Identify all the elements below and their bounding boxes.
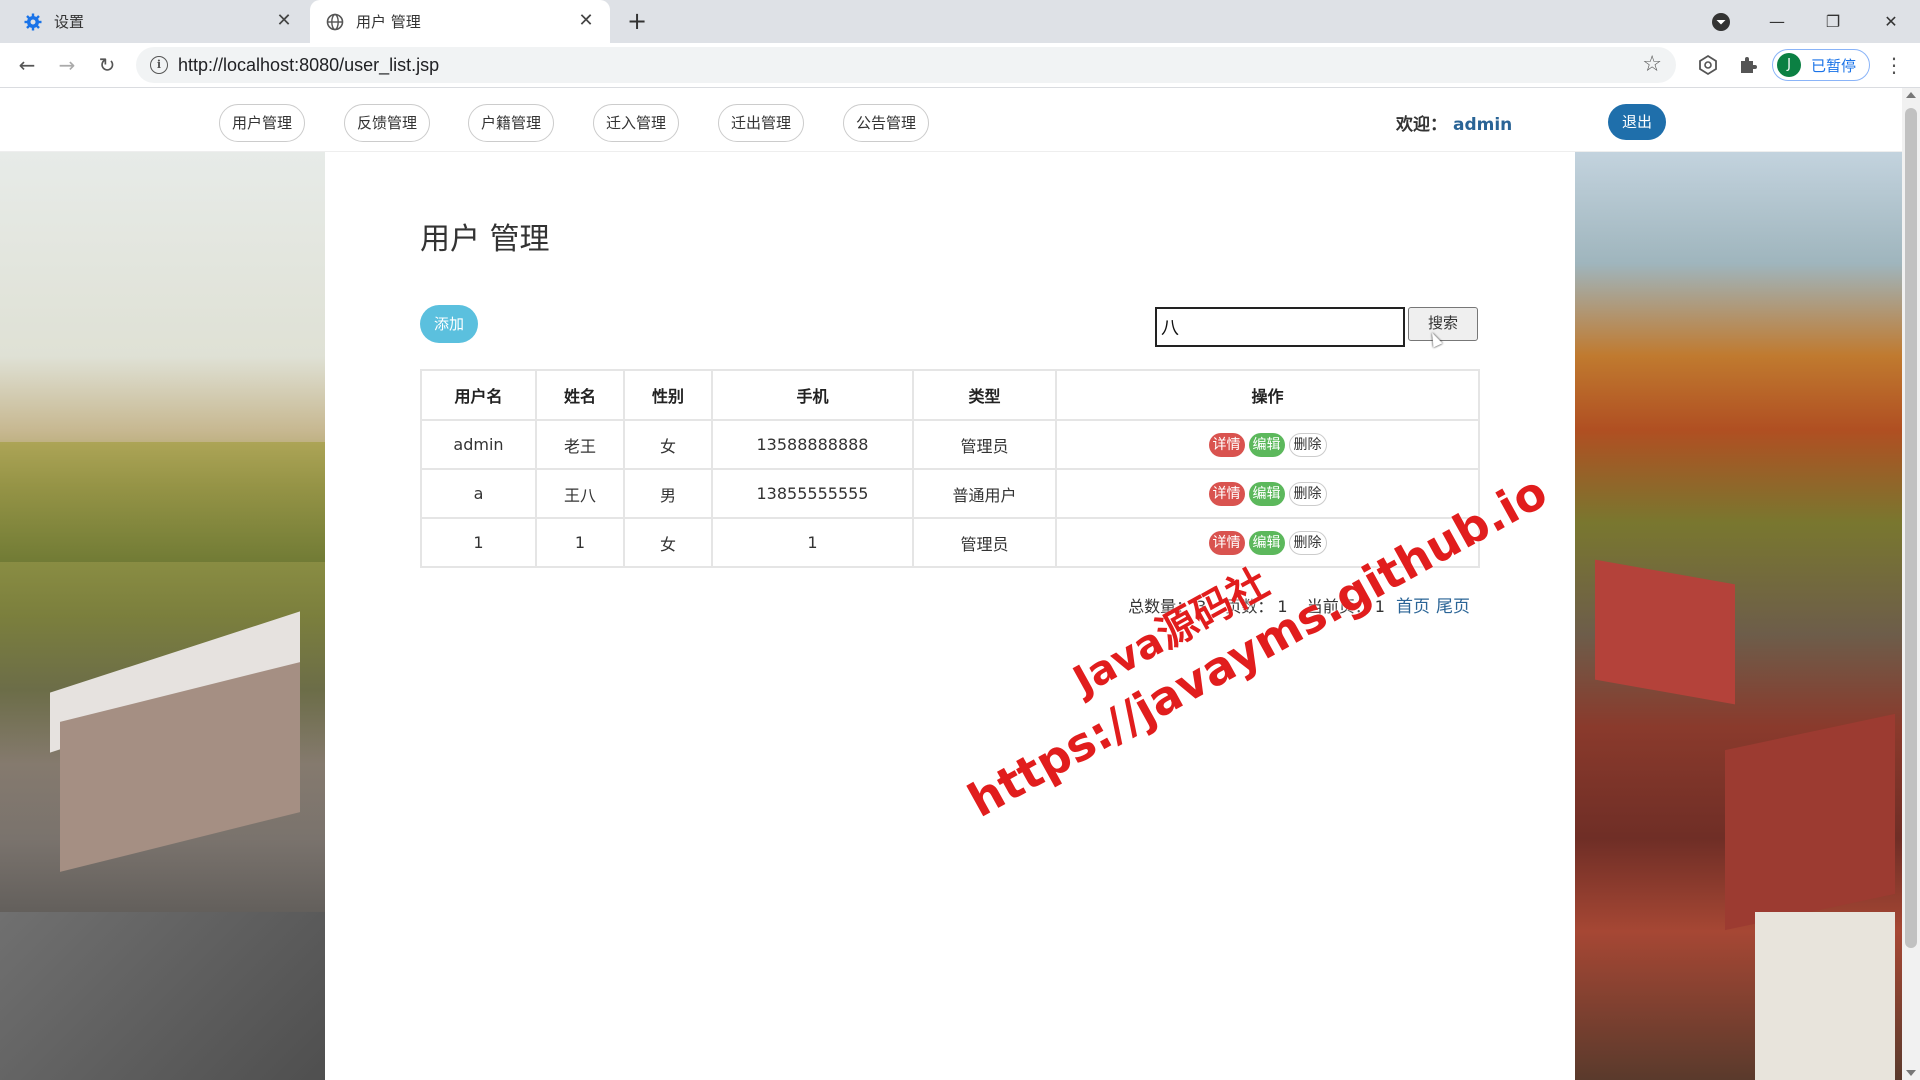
background-image-right xyxy=(1575,152,1902,1080)
delete-button[interactable]: 删除 xyxy=(1288,432,1327,457)
nav-notice-management[interactable]: 公告管理 xyxy=(843,104,930,142)
address-bar[interactable]: i http://localhost:8080/user_list.jsp ☆ xyxy=(136,47,1676,83)
cell-phone: 13588888888 xyxy=(711,419,914,470)
url-text[interactable]: http://localhost:8080/user_list.jsp xyxy=(178,55,439,76)
detail-button[interactable]: 详情 xyxy=(1208,432,1245,457)
cell-type: 管理员 xyxy=(912,419,1057,470)
reload-icon[interactable]: ↻ xyxy=(92,50,122,80)
nav-user-management[interactable]: 用户管理 xyxy=(219,104,306,142)
road-shape xyxy=(0,912,325,1080)
scrollbar-thumb[interactable] xyxy=(1905,108,1917,948)
scroll-up-arrow-icon[interactable] xyxy=(1906,92,1916,98)
search-input[interactable] xyxy=(1155,307,1405,347)
cell-name: 老王 xyxy=(535,419,625,470)
new-tab-icon[interactable]: + xyxy=(622,6,652,36)
nav-move-in-management[interactable]: 迁入管理 xyxy=(593,104,680,142)
cell-gender: 女 xyxy=(623,517,713,568)
detail-button[interactable]: 详情 xyxy=(1208,530,1245,555)
profile-status: 已暂停 xyxy=(1811,56,1857,75)
page-scrollbar[interactable] xyxy=(1902,88,1920,1080)
column-header-name: 姓名 xyxy=(535,369,625,421)
house-shape xyxy=(1595,559,1735,705)
column-header-phone: 手机 xyxy=(711,369,914,421)
column-header-gender: 性别 xyxy=(623,369,713,421)
forward-arrow-icon[interactable]: → xyxy=(52,50,82,80)
puzzle-icon[interactable] xyxy=(1736,53,1760,77)
avatar: J xyxy=(1777,53,1801,77)
tab-title: 设置 xyxy=(54,13,85,31)
tab-title: 用户 管理 xyxy=(356,13,421,31)
logout-button[interactable]: 退出 xyxy=(1608,104,1666,140)
tab-user-management[interactable]: 用户 管理 ✕ xyxy=(310,0,610,43)
cell-gender: 女 xyxy=(623,419,713,470)
scroll-down-arrow-icon[interactable] xyxy=(1906,1070,1916,1076)
restore-icon[interactable]: ❐ xyxy=(1808,0,1858,43)
table-row: admin 老王 女 13588888888 管理员 详情 编辑 删除 xyxy=(420,419,1480,470)
cell-username: a xyxy=(420,468,537,519)
more-menu-icon[interactable]: ⋮ xyxy=(1882,53,1906,77)
bookmark-star-icon[interactable]: ☆ xyxy=(1642,52,1662,77)
nav-move-out-management[interactable]: 迁出管理 xyxy=(718,104,805,142)
cell-type: 管理员 xyxy=(912,517,1057,568)
tab-settings[interactable]: 设置 ✕ xyxy=(0,0,308,43)
close-icon[interactable]: ✕ xyxy=(576,11,596,31)
house-shape xyxy=(1725,713,1895,931)
browser-toolbar: ← → ↻ i http://localhost:8080/user_list.… xyxy=(0,43,1920,88)
add-button[interactable]: 添加 xyxy=(420,305,478,343)
main-content: 用户 管理 添加 搜索 用户名 姓名 性别 手机 类型 操作 admin 老王 xyxy=(325,152,1575,1080)
cell-username: 1 xyxy=(420,517,537,568)
window-close-icon[interactable]: ✕ xyxy=(1866,0,1916,43)
search-button[interactable]: 搜索 xyxy=(1408,307,1478,341)
table-header-row: 用户名 姓名 性别 手机 类型 操作 xyxy=(420,369,1480,421)
last-page-link[interactable]: 尾页 xyxy=(1436,597,1470,617)
edit-button[interactable]: 编辑 xyxy=(1248,481,1285,506)
gear-icon xyxy=(24,13,42,31)
delete-button[interactable]: 删除 xyxy=(1288,481,1327,506)
cell-phone: 1 xyxy=(711,517,914,568)
minimize-icon[interactable]: — xyxy=(1752,0,1802,43)
cell-username: admin xyxy=(420,419,537,470)
nav-feedback-management[interactable]: 反馈管理 xyxy=(344,104,431,142)
profile-button[interactable]: J 已暂停 xyxy=(1772,49,1870,81)
cell-name: 王八 xyxy=(535,468,625,519)
cell-type: 普通用户 xyxy=(912,468,1057,519)
cell-name: 1 xyxy=(535,517,625,568)
wall-shape xyxy=(1755,912,1895,1080)
column-header-username: 用户名 xyxy=(420,369,537,421)
info-icon[interactable]: i xyxy=(150,56,168,74)
welcome-text: 欢迎： admin xyxy=(1396,110,1512,135)
page-title: 用户 管理 xyxy=(420,222,550,257)
cell-phone: 13855555555 xyxy=(711,468,914,519)
top-navigation: 用户管理 反馈管理 户籍管理 迁入管理 迁出管理 公告管理 欢迎： admin 退… xyxy=(0,88,1902,152)
column-header-type: 类型 xyxy=(912,369,1057,421)
cell-gender: 男 xyxy=(623,468,713,519)
close-icon[interactable]: ✕ xyxy=(274,11,294,31)
extension-shield-icon[interactable] xyxy=(1696,53,1720,77)
tab-search-icon[interactable] xyxy=(1696,0,1746,43)
edit-button[interactable]: 编辑 xyxy=(1248,432,1285,457)
nav-household-management[interactable]: 户籍管理 xyxy=(468,104,555,142)
detail-button[interactable]: 详情 xyxy=(1208,481,1245,506)
column-header-actions: 操作 xyxy=(1055,369,1480,421)
field-shape xyxy=(0,442,325,562)
first-page-link[interactable]: 首页 xyxy=(1396,597,1430,617)
globe-icon xyxy=(326,13,344,31)
back-arrow-icon[interactable]: ← xyxy=(12,50,42,80)
web-page: 用户管理 反馈管理 户籍管理 迁入管理 迁出管理 公告管理 欢迎： admin 退… xyxy=(0,88,1920,1080)
welcome-label: 欢迎： xyxy=(1396,115,1447,135)
browser-tab-strip: 设置 ✕ 用户 管理 ✕ + — ❐ ✕ xyxy=(0,0,1920,43)
current-username[interactable]: admin xyxy=(1453,115,1512,135)
background-image-left xyxy=(0,152,325,1080)
